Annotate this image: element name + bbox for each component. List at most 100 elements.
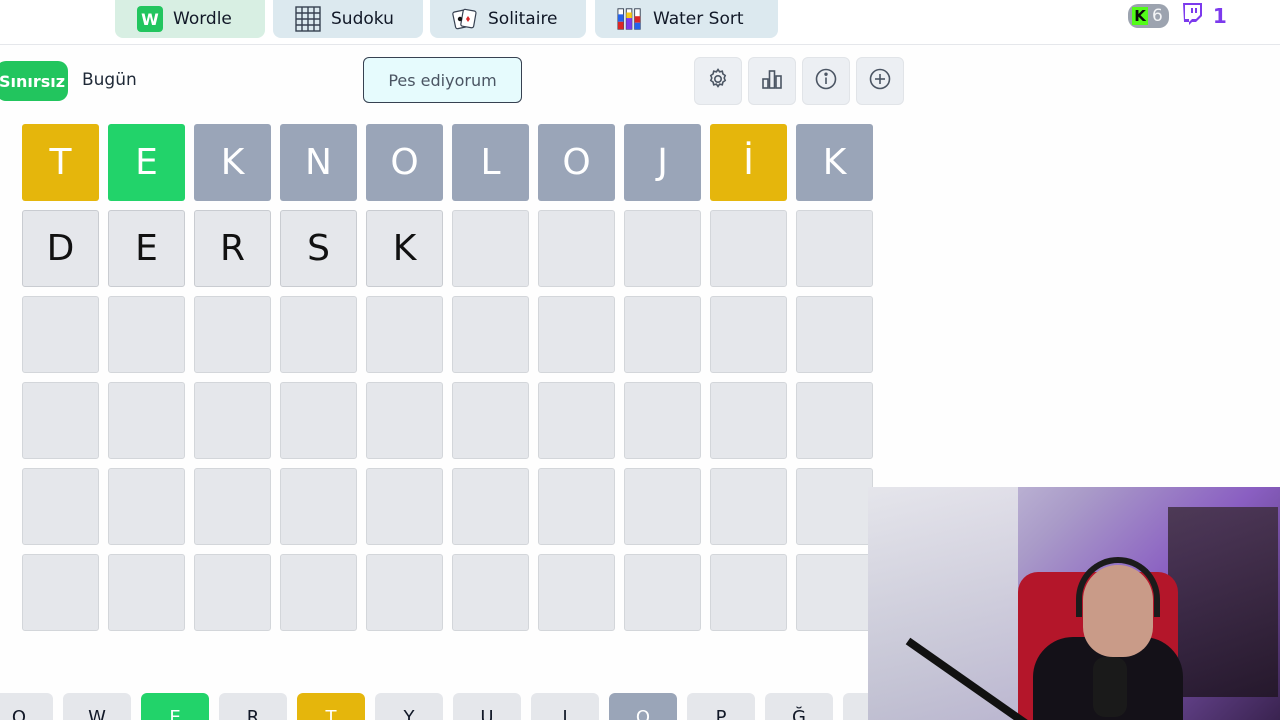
cards-icon <box>452 6 478 32</box>
tab-wordle-label: Wordle <box>173 9 232 29</box>
board-tile <box>366 554 443 631</box>
board-tile <box>538 468 615 545</box>
tab-sudoku-label: Sudoku <box>331 9 394 29</box>
board-tile <box>452 468 529 545</box>
keyboard-key[interactable]: Y <box>375 693 443 720</box>
kick-logo-icon: K <box>1132 7 1148 25</box>
board-tile <box>624 382 701 459</box>
grid-icon <box>295 6 321 32</box>
tab-water-sort[interactable]: Water Sort <box>595 0 778 38</box>
keyboard-key[interactable]: Ğ <box>765 693 833 720</box>
board-tile <box>538 296 615 373</box>
board-tile: O <box>538 124 615 201</box>
board-tile <box>710 382 787 459</box>
webcam-background-wall <box>868 487 1018 720</box>
board-tile <box>452 210 529 287</box>
keyboard-key[interactable]: E <box>141 693 209 720</box>
board-tile <box>710 296 787 373</box>
twitch-logo-icon <box>1181 2 1203 30</box>
plus-circle-icon <box>868 67 892 95</box>
board-tile <box>796 210 873 287</box>
twitch-viewer-badge: 1 <box>1181 2 1227 30</box>
board-tile <box>280 382 357 459</box>
tab-water-sort-label: Water Sort <box>653 9 744 29</box>
wordle-w-icon: W <box>137 6 163 32</box>
tab-wordle[interactable]: W Wordle <box>115 0 265 38</box>
kick-viewer-count: 6 <box>1152 6 1163 26</box>
bar-chart-icon <box>760 67 784 95</box>
board-tile <box>280 468 357 545</box>
twitch-viewer-count: 1 <box>1212 4 1227 28</box>
board-tile: O <box>366 124 443 201</box>
board-tile <box>796 554 873 631</box>
board-tile <box>280 554 357 631</box>
give-up-button[interactable]: Pes ediyorum <box>363 57 522 103</box>
tab-sudoku[interactable]: Sudoku <box>273 0 423 38</box>
board-tile <box>796 382 873 459</box>
board-tile <box>108 296 185 373</box>
board-tile: K <box>796 124 873 201</box>
board-tile <box>22 554 99 631</box>
headphones-icon <box>1076 557 1160 617</box>
stream-viewer-indicators: K 6 1 <box>1128 2 1227 30</box>
board-tile: D <box>22 210 99 287</box>
tab-solitaire-label: Solitaire <box>488 9 558 29</box>
game-navbar: W Wordle Sudoku Solitaire Water Sort K 6… <box>0 0 1280 45</box>
board-tile <box>624 554 701 631</box>
board-tile <box>710 210 787 287</box>
board-tile <box>108 382 185 459</box>
tubes-icon <box>617 6 643 32</box>
board-tile: T <box>22 124 99 201</box>
board-tile: N <box>280 124 357 201</box>
board-tile <box>22 468 99 545</box>
board-tile <box>538 554 615 631</box>
mode-unlimited-button[interactable]: Sınırsız <box>0 61 68 101</box>
board-tile <box>452 296 529 373</box>
kick-viewer-badge: K 6 <box>1128 4 1169 28</box>
board-tile <box>710 468 787 545</box>
board-tile: L <box>452 124 529 201</box>
keyboard-key[interactable]: O <box>609 693 677 720</box>
info-icon <box>814 67 838 95</box>
wordle-page: W Wordle Sudoku Solitaire Water Sort K 6… <box>0 0 1280 720</box>
keyboard-key[interactable]: Q <box>0 693 53 720</box>
new-game-button[interactable] <box>856 57 904 105</box>
keyboard-key[interactable]: T <box>297 693 365 720</box>
gear-icon <box>706 67 730 95</box>
tab-solitaire[interactable]: Solitaire <box>430 0 586 38</box>
board-tile <box>538 382 615 459</box>
keyboard-key[interactable]: U <box>453 693 521 720</box>
board-tile <box>22 296 99 373</box>
board-tile <box>194 554 271 631</box>
keyboard-key[interactable]: P <box>687 693 755 720</box>
keyboard-key[interactable]: W <box>63 693 131 720</box>
board-tile <box>22 382 99 459</box>
board-tile <box>280 296 357 373</box>
webcam-overlay <box>868 487 1280 720</box>
board-tile <box>796 296 873 373</box>
mode-today-button[interactable]: Bugün <box>82 70 137 90</box>
board-tile: K <box>194 124 271 201</box>
board-tile <box>366 382 443 459</box>
board-tile <box>538 210 615 287</box>
board-tile: İ <box>710 124 787 201</box>
statistics-button[interactable] <box>748 57 796 105</box>
board-tile: E <box>108 210 185 287</box>
settings-button[interactable] <box>694 57 742 105</box>
board-tile <box>452 382 529 459</box>
keyboard-key[interactable]: I <box>531 693 599 720</box>
board-tile <box>452 554 529 631</box>
board-tile: S <box>280 210 357 287</box>
board-tile <box>624 468 701 545</box>
board-tile <box>796 468 873 545</box>
info-button[interactable] <box>802 57 850 105</box>
board-tile <box>366 468 443 545</box>
board-tile: J <box>624 124 701 201</box>
keyboard-key[interactable]: R <box>219 693 287 720</box>
board-tile <box>624 296 701 373</box>
board-tile: E <box>108 124 185 201</box>
board-tile <box>108 554 185 631</box>
board-tile <box>624 210 701 287</box>
board-tile <box>194 382 271 459</box>
board-tile <box>194 468 271 545</box>
